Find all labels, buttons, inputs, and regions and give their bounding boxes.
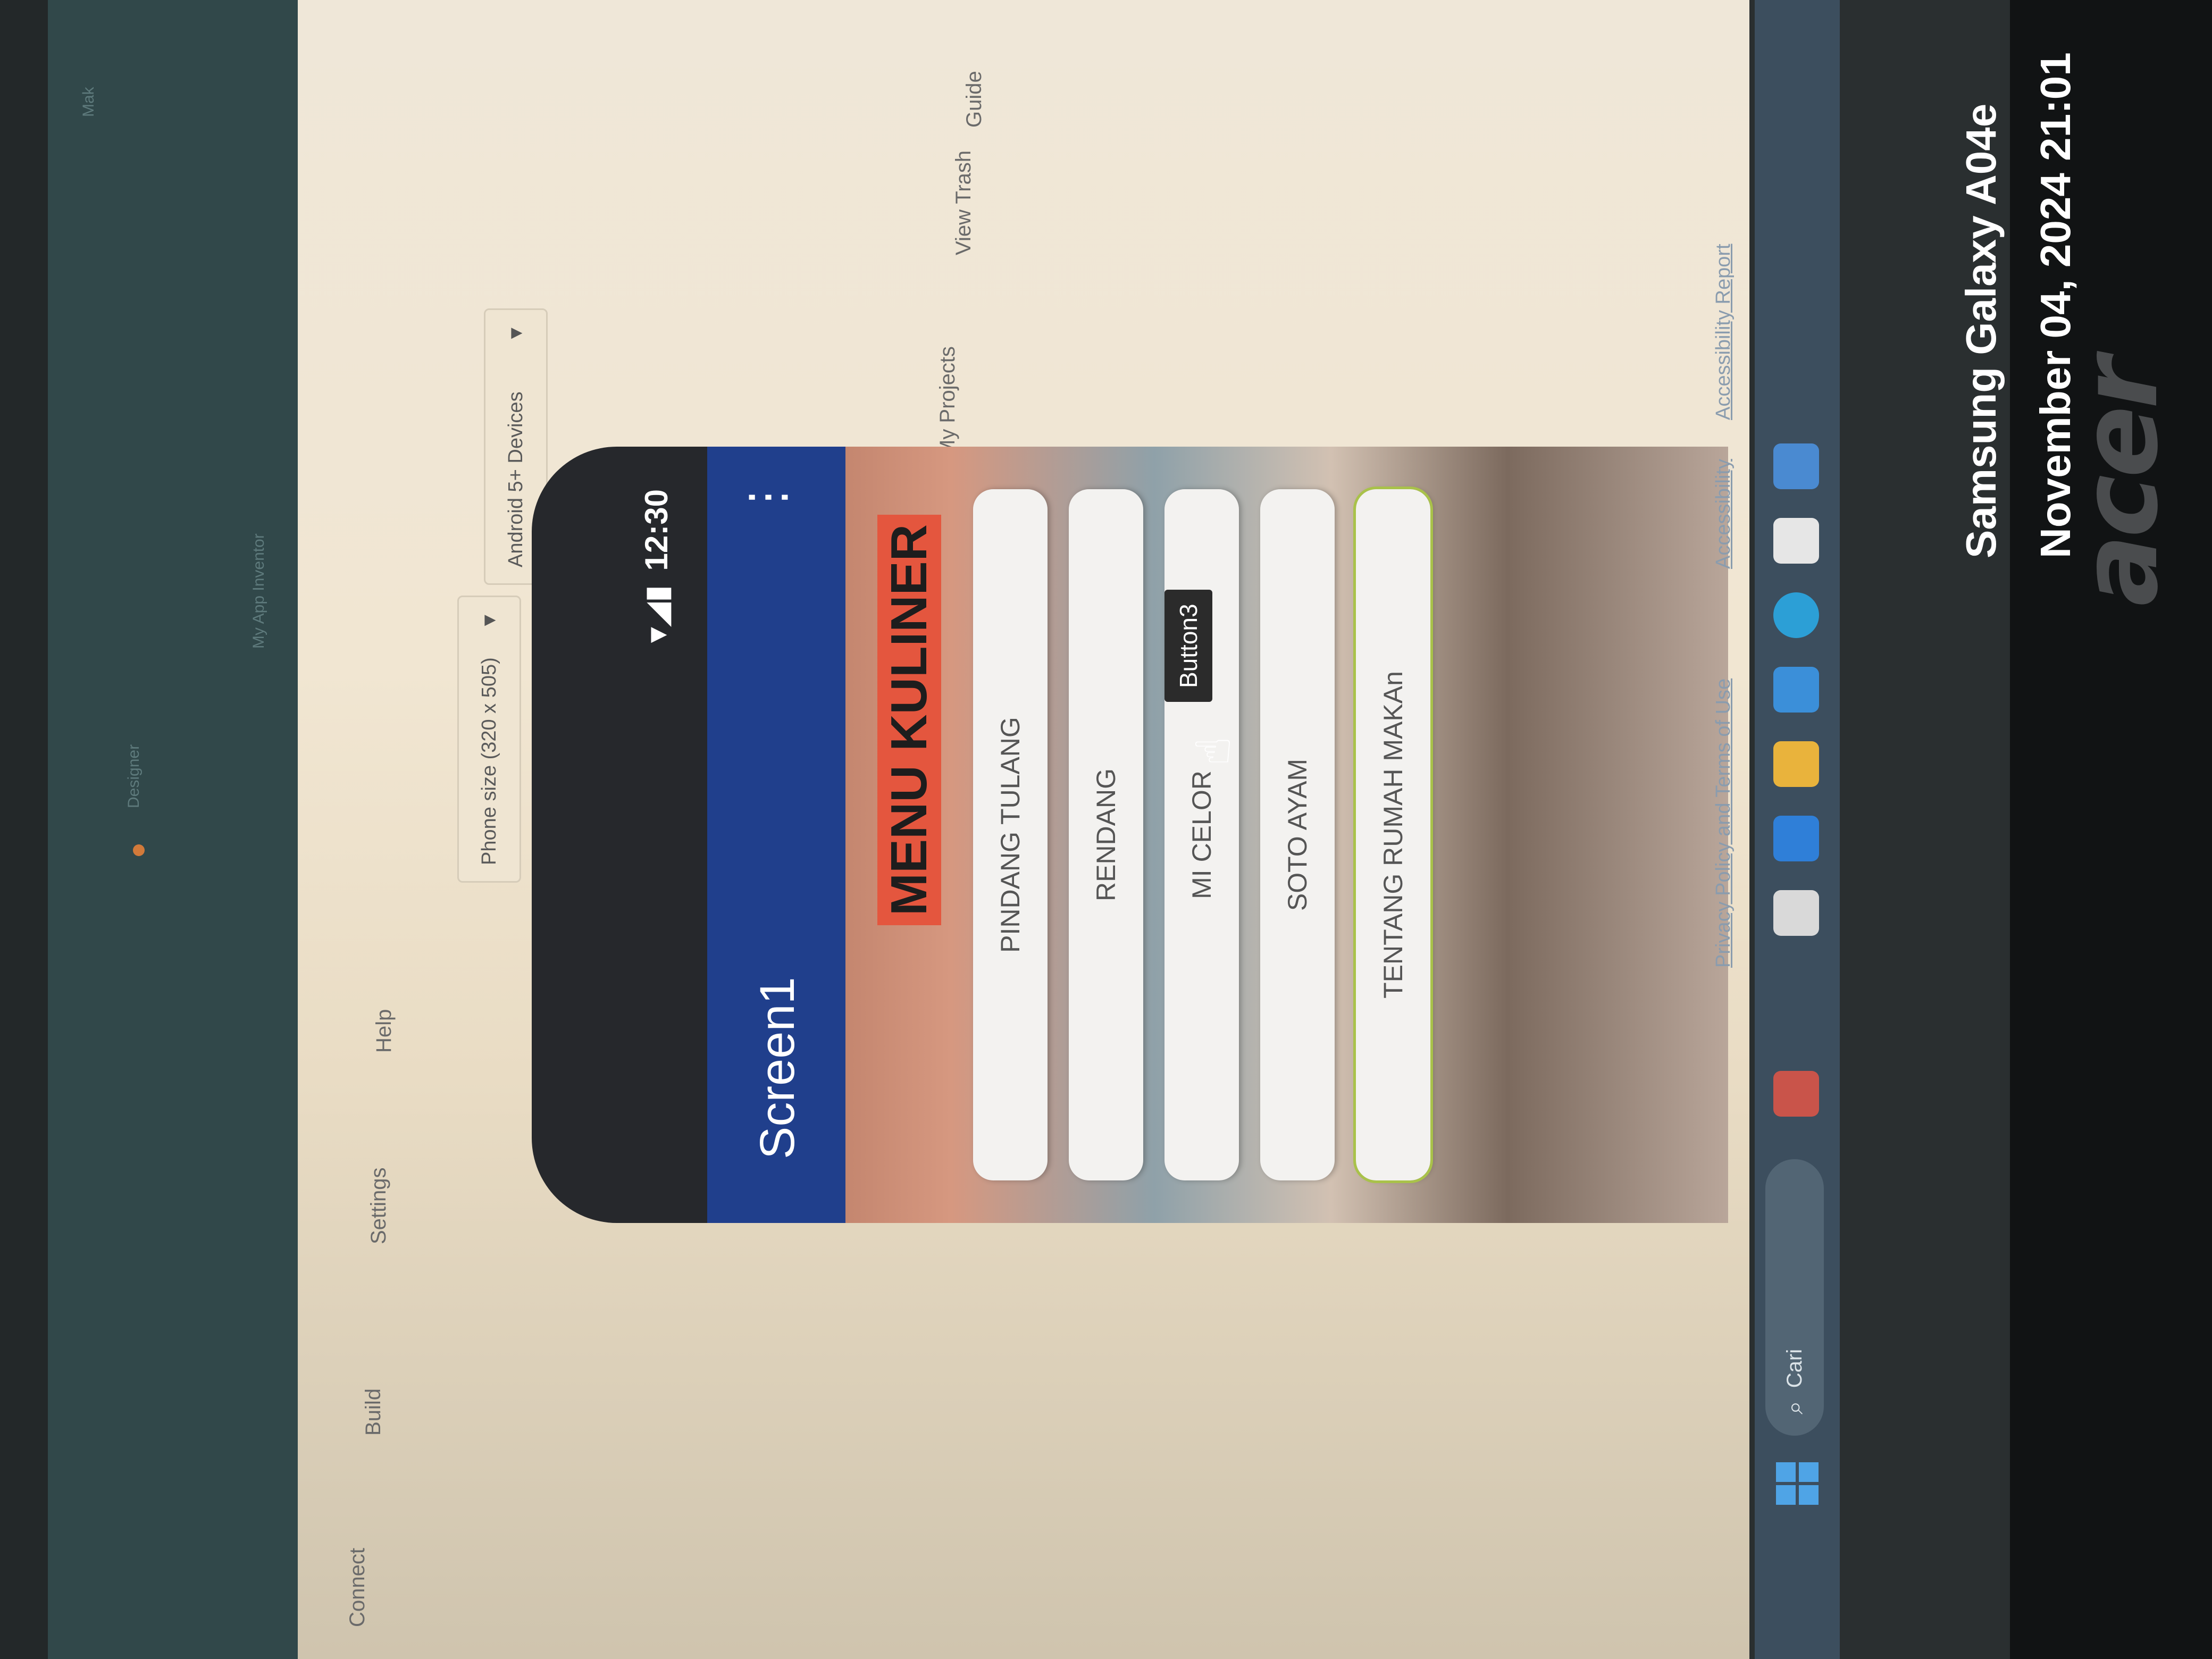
browser-tab[interactable]: Mak — [80, 87, 98, 117]
taskbar-app-icon[interactable] — [1773, 1071, 1819, 1117]
phone-size-dropdown[interactable]: Phone size (320 x 505) ▼ — [457, 596, 521, 883]
browser-tab-strip: Mak My App Inventor Designer — [48, 0, 298, 1659]
signal-battery-icon: ▾◢▮ — [639, 585, 674, 643]
menu-title-label: MENU KULINER — [877, 515, 941, 925]
taskbar-search[interactable]: ⌕ Cari — [1765, 1159, 1824, 1436]
camera-datetime-watermark: November 04, 2024 21:01 — [2032, 52, 2079, 558]
screen-title: Screen1 — [750, 977, 805, 1159]
button-tooltip: Button3 — [1164, 590, 1212, 702]
tab-favicon-icon — [133, 844, 145, 856]
overflow-menu-icon[interactable]: ⋮ — [739, 479, 795, 521]
menu-connect[interactable]: Connect — [346, 1548, 370, 1627]
screen-content: MENU KULINER PINDANG TULANG RENDANG MI C… — [845, 447, 1728, 1223]
menu-build[interactable]: Build — [362, 1388, 386, 1436]
browser-tab[interactable]: Designer — [125, 744, 143, 808]
accessibility-link[interactable]: Accessibility — [1712, 459, 1735, 569]
browser-tab[interactable]: My App Inventor — [250, 533, 268, 649]
accessibility-report-link[interactable]: Accessibility Report — [1712, 244, 1735, 420]
nav-view-trash[interactable]: View Trash — [952, 150, 976, 255]
nav-guide[interactable]: Guide — [962, 71, 986, 128]
edge-browser-icon[interactable] — [1773, 592, 1819, 638]
photo-scene: Mak My App Inventor Designer Connect Bui… — [0, 0, 2212, 1659]
privacy-policy-link[interactable]: Privacy Policy and Terms of Use — [1712, 678, 1735, 968]
store-icon[interactable] — [1773, 518, 1819, 564]
phone-size-value: Phone size (320 x 505) — [477, 657, 500, 865]
menu-settings[interactable]: Settings — [367, 1167, 391, 1244]
phone-status-bar: ▾◢▮ 12:30 — [639, 447, 707, 1223]
nav-my-projects[interactable]: My Projects — [936, 346, 960, 457]
button-rendang[interactable]: RENDANG — [1069, 489, 1143, 1180]
camera-device-watermark: Samsung Galaxy A04e — [1957, 103, 2005, 558]
button-tentang-rumah-makan[interactable]: TENTANG RUMAH MAKAn — [1355, 464, 1431, 1205]
chevron-down-icon: ▼ — [478, 611, 500, 630]
hand-cursor-icon: ☝ — [1187, 736, 1241, 766]
laptop-bezel-top — [0, 0, 48, 1659]
file-explorer-icon[interactable] — [1773, 741, 1819, 787]
app-bar: Screen1 ⋮ — [707, 447, 845, 1223]
chevron-down-icon: ▼ — [505, 324, 526, 343]
android-version-value: Android 5+ Devices — [504, 391, 527, 567]
status-time: 12:30 — [639, 489, 674, 571]
taskbar-app-icon[interactable] — [1773, 816, 1819, 861]
windows-start-icon[interactable] — [1776, 1462, 1819, 1505]
taskbar-app-icon[interactable] — [1773, 667, 1819, 713]
search-icon: ⌕ — [1780, 1401, 1808, 1414]
taskbar-search-placeholder: Cari — [1782, 1348, 1806, 1388]
phone-screen: Screen1 ⋮ MENU KULINER PINDANG TULANG RE… — [707, 447, 1728, 1223]
button-pindang-tulang[interactable]: PINDANG TULANG — [973, 489, 1048, 1180]
button-soto-ayam[interactable]: SOTO AYAM — [1260, 489, 1335, 1180]
menu-help[interactable]: Help — [372, 1009, 396, 1053]
phone-preview: ▾◢▮ 12:30 Screen1 ⋮ MENU KULINER PINDANG… — [532, 447, 1728, 1223]
taskbar-app-icon[interactable] — [1773, 443, 1819, 489]
taskbar-app-icon[interactable] — [1773, 890, 1819, 936]
